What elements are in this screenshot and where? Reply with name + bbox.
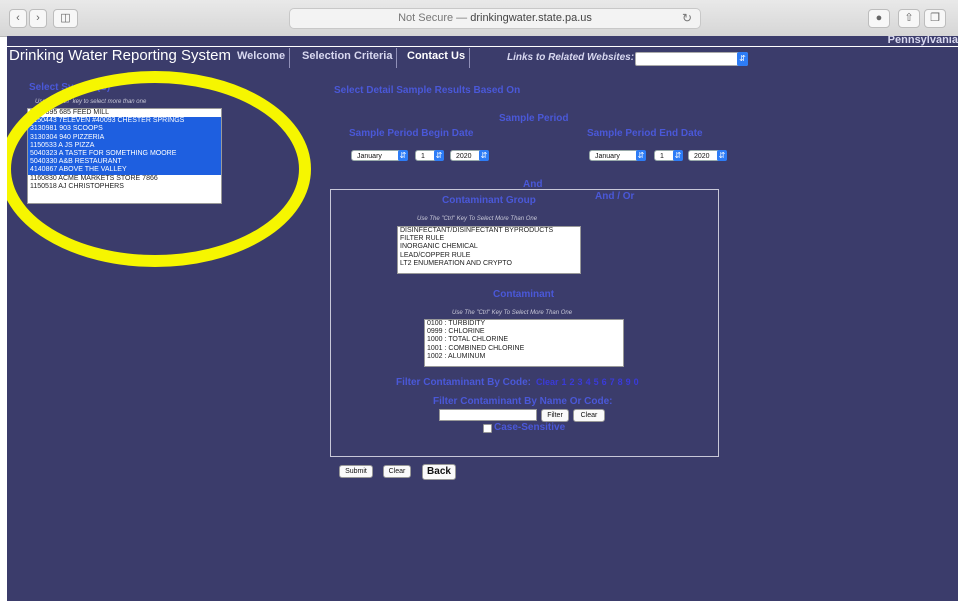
begin-month-select[interactable]: January ⇵ bbox=[351, 150, 408, 161]
contaminant-listbox[interactable]: 0100 : TURBIDITY 0999 : CHLORINE 1000 : TO… bbox=[424, 319, 624, 367]
reload-icon[interactable]: ↻ bbox=[682, 9, 692, 28]
case-sensitive-checkbox[interactable] bbox=[483, 424, 492, 433]
filter-code-link[interactable]: 3 bbox=[578, 377, 583, 387]
filter-code-link[interactable]: 6 bbox=[602, 377, 607, 387]
chevron-down-icon: ⇵ bbox=[673, 150, 683, 161]
list-item[interactable]: 5040323 A TASTE FOR SOMETHING MOORE bbox=[28, 149, 221, 159]
begin-day-value: 1 bbox=[421, 153, 425, 160]
app-title: Drinking Water Reporting System bbox=[9, 47, 232, 64]
filter-code-link[interactable]: 1 bbox=[562, 377, 567, 387]
filter-code-link[interactable]: 9 bbox=[626, 377, 631, 387]
case-sensitive-label: Case-Sensitive bbox=[494, 422, 566, 433]
chevron-down-icon: ⇵ bbox=[479, 150, 489, 161]
group-hint: Use The "Ctrl" Key To Select More Than O… bbox=[417, 216, 538, 222]
list-item[interactable]: INORGANIC CHEMICAL bbox=[398, 243, 580, 251]
list-item[interactable]: LT2 ENUMERATION AND CRYPTO bbox=[398, 260, 580, 268]
filter-code-link[interactable]: 7 bbox=[610, 377, 615, 387]
end-day-value: 1 bbox=[660, 153, 664, 160]
end-day-select[interactable]: 1 ⇵ bbox=[654, 150, 683, 161]
filter-name-input[interactable] bbox=[439, 409, 537, 421]
end-year-select[interactable]: 2020 ⇵ bbox=[688, 150, 727, 161]
filter-code-link[interactable]: 2 bbox=[570, 377, 575, 387]
address-domain: drinkingwater.state.pa.us bbox=[470, 12, 592, 24]
list-item[interactable]: 1160830 ACME MARKETS STORE 7866 bbox=[28, 175, 221, 183]
systems-hint: Use the "Ctrl" key to select more than o… bbox=[35, 99, 147, 105]
filter-code-link[interactable]: Clear bbox=[536, 377, 559, 387]
list-item[interactable]: 5040395 685 FEED MILL bbox=[28, 109, 221, 117]
page-content: Pennsylvania Drinking Water Reporting Sy… bbox=[7, 36, 958, 601]
clear-button[interactable]: Clear bbox=[383, 465, 411, 478]
chevron-down-icon: ⇵ bbox=[398, 150, 408, 161]
share-icon[interactable]: ⇧ bbox=[898, 9, 920, 28]
end-date-label: Sample Period End Date bbox=[587, 128, 703, 139]
nav-selection-criteria[interactable]: Selection Criteria bbox=[302, 50, 392, 62]
select-systems-heading: Select System(S) bbox=[29, 82, 111, 93]
list-item[interactable]: 1002 : ALUMINUM bbox=[425, 353, 623, 361]
contaminant-hint: Use The "Ctrl" Key To Select More Than O… bbox=[452, 310, 573, 316]
forward-nav-button[interactable]: › bbox=[29, 9, 47, 28]
browser-toolbar: ‹ › ◫ Not Secure — drinkingwater.state.p… bbox=[0, 0, 958, 37]
chevron-down-icon: ⇵ bbox=[636, 150, 646, 161]
contaminant-label: Contaminant bbox=[493, 289, 555, 300]
list-item[interactable]: 1150533 A JS PIZZA bbox=[28, 141, 221, 150]
chevron-down-icon: ⇵ bbox=[717, 150, 727, 161]
nav-separator bbox=[289, 48, 290, 68]
list-item[interactable]: LEAD/COPPER RULE bbox=[398, 252, 580, 260]
list-item[interactable]: 1150518 AJ CHRISTOPHERS bbox=[28, 183, 221, 191]
nav-welcome[interactable]: Welcome bbox=[237, 50, 285, 62]
systems-listbox[interactable]: 5040395 685 FEED MILL 1150443 7ELEVEN #40… bbox=[27, 108, 222, 204]
nav-bar: Drinking Water Reporting System Welcome … bbox=[7, 46, 958, 68]
list-item[interactable]: 4140867 ABOVE THE VALLEY bbox=[28, 166, 221, 175]
not-secure-label: Not Secure — bbox=[398, 12, 471, 24]
list-item[interactable]: FILTER RULE bbox=[398, 235, 580, 243]
begin-month-value: January bbox=[357, 153, 382, 160]
list-item[interactable]: 0100 : TURBIDITY bbox=[425, 320, 623, 328]
filter-by-name-label: Filter Contaminant By Name Or Code: bbox=[433, 396, 613, 407]
chevron-down-icon: ⇵ bbox=[737, 52, 748, 66]
links-label: Links to Related Websites: bbox=[507, 52, 635, 63]
sample-period-label: Sample Period bbox=[499, 113, 569, 124]
tabs-overview-icon[interactable]: ❐ bbox=[924, 9, 946, 28]
address-bar[interactable]: Not Secure — drinkingwater.state.pa.us ↻ bbox=[289, 8, 701, 29]
filter-button[interactable]: Filter bbox=[541, 409, 569, 422]
list-item[interactable]: 1001 : COMBINED CHLORINE bbox=[425, 345, 623, 353]
filter-code-link[interactable]: 0 bbox=[634, 377, 639, 387]
select-detail-label: Select Detail Sample Results Based On bbox=[334, 85, 521, 96]
filter-clear-button[interactable]: Clear bbox=[573, 409, 605, 422]
list-item[interactable]: 3130981 903 SCOOPS bbox=[28, 125, 221, 134]
list-item[interactable]: 5040330 A&B RESTAURANT bbox=[28, 158, 221, 167]
list-item[interactable]: 0999 : CHLORINE bbox=[425, 328, 623, 336]
back-nav-button[interactable]: ‹ bbox=[9, 9, 27, 28]
sidebar-toggle-icon[interactable]: ◫ bbox=[53, 9, 78, 28]
contaminant-group-listbox[interactable]: DISINFECTANT/DISINFECTANT BYPRODUCTS FILT… bbox=[397, 226, 581, 274]
filter-code-link[interactable]: 8 bbox=[618, 377, 623, 387]
filter-by-code-label: Filter Contaminant By Code: bbox=[396, 377, 532, 388]
begin-year-value: 2020 bbox=[456, 153, 472, 160]
submit-button[interactable]: Submit bbox=[339, 465, 373, 478]
filter-code-links: Clear 1 2 3 4 5 6 7 8 9 0 bbox=[536, 377, 642, 387]
downloads-icon[interactable]: ● bbox=[868, 9, 890, 28]
back-button[interactable]: Back bbox=[422, 464, 456, 480]
list-item[interactable]: 1000 : TOTAL CHLORINE bbox=[425, 336, 623, 344]
nav-separator bbox=[469, 48, 470, 68]
begin-day-select[interactable]: 1 ⇵ bbox=[415, 150, 444, 161]
nav-contact-us[interactable]: Contact Us bbox=[407, 50, 465, 62]
list-item[interactable]: 1150443 7ELEVEN #40093 CHESTER SPRINGS bbox=[28, 117, 221, 126]
list-item[interactable]: 3130304 940 PIZZERIA bbox=[28, 133, 221, 142]
end-month-select[interactable]: January ⇵ bbox=[589, 150, 646, 161]
end-month-value: January bbox=[595, 153, 620, 160]
filter-code-link[interactable]: 5 bbox=[594, 377, 599, 387]
state-label: Pennsylvania bbox=[887, 36, 958, 46]
begin-year-select[interactable]: 2020 ⇵ bbox=[450, 150, 489, 161]
nav-separator bbox=[396, 48, 397, 68]
end-year-value: 2020 bbox=[694, 153, 710, 160]
begin-date-label: Sample Period Begin Date bbox=[349, 128, 474, 139]
filter-code-link[interactable]: 4 bbox=[586, 377, 591, 387]
related-websites-select[interactable]: ⇵ bbox=[635, 52, 748, 66]
list-item[interactable]: DISINFECTANT/DISINFECTANT BYPRODUCTS bbox=[398, 227, 580, 235]
contaminant-group-label: Contaminant Group bbox=[442, 195, 536, 206]
chevron-down-icon: ⇵ bbox=[434, 150, 444, 161]
